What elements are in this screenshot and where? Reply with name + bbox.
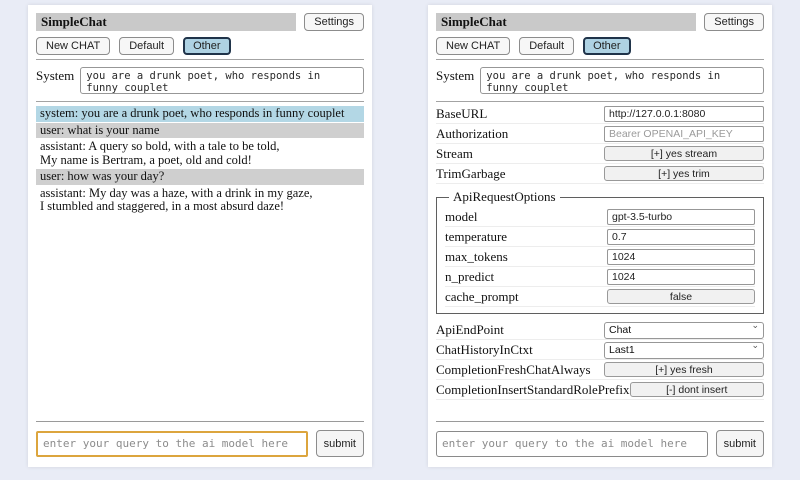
setting-row-trimgarbage: TrimGarbage [+] yes trim <box>436 164 764 184</box>
cache-prompt-toggle-button[interactable]: false <box>607 289 755 304</box>
model-label: model <box>445 209 478 225</box>
system-prompt-row: System <box>436 67 764 94</box>
header: SimpleChat Settings <box>36 13 364 31</box>
n-predict-label: n_predict <box>445 269 494 285</box>
system-prompt-textarea[interactable] <box>80 67 364 94</box>
setting-row-authorization: Authorization <box>436 124 764 144</box>
completionfreshchatalways-toggle-button[interactable]: [+] yes fresh <box>604 362 764 377</box>
baseurl-label: BaseURL <box>436 106 487 122</box>
system-label: System <box>436 67 474 83</box>
api-request-options-legend: ApiRequestOptions <box>449 189 560 205</box>
submit-button[interactable]: submit <box>316 430 364 457</box>
setting-row-stream: Stream [+] yes stream <box>436 144 764 164</box>
system-prompt-textarea[interactable] <box>480 67 764 94</box>
chathistoryinctxt-select[interactable]: Last1 <box>604 342 764 359</box>
new-chat-button[interactable]: New CHAT <box>36 37 110 55</box>
max-tokens-input[interactable] <box>607 249 755 265</box>
setting-row-completioninsertstandardroleprefix: CompletionInsertStandardRolePrefix [-] d… <box>436 380 764 400</box>
stream-toggle-button[interactable]: [+] yes stream <box>604 146 764 161</box>
chat-message-assistant: assistant: A query so bold, with a tale … <box>36 139 364 168</box>
toolbar-divider <box>36 59 364 60</box>
setting-row-temperature: temperature <box>445 227 755 247</box>
session-toolbar: New CHAT Default Other <box>436 37 764 55</box>
chat-message-list: system: you are a drunk poet, who respon… <box>36 106 364 215</box>
setting-row-baseurl: BaseURL <box>436 104 764 124</box>
setting-row-completionfreshchatalways: CompletionFreshChatAlways [+] yes fresh <box>436 360 764 380</box>
session-tab-other[interactable]: Other <box>183 37 231 55</box>
setting-row-n-predict: n_predict <box>445 267 755 287</box>
trimgarbage-label: TrimGarbage <box>436 166 506 182</box>
setting-row-max-tokens: max_tokens <box>445 247 755 267</box>
trimgarbage-toggle-button[interactable]: [+] yes trim <box>604 166 764 181</box>
completioninsertstandardroleprefix-label: CompletionInsertStandardRolePrefix <box>436 382 630 398</box>
apiendpoint-select[interactable]: Chat <box>604 322 764 339</box>
completioninsertstandardroleprefix-toggle-button[interactable]: [-] dont insert <box>630 382 764 397</box>
query-input[interactable] <box>36 431 308 457</box>
temperature-input[interactable] <box>607 229 755 245</box>
query-bar: submit <box>436 421 764 457</box>
system-divider <box>436 101 764 102</box>
setting-row-chathistoryinctxt: ChatHistoryInCtxt Last1 <box>436 340 764 360</box>
session-toolbar: New CHAT Default Other <box>36 37 364 55</box>
chat-panel: SimpleChat Settings New CHAT Default Oth… <box>28 5 372 467</box>
app-title: SimpleChat <box>36 13 296 31</box>
settings-button[interactable]: Settings <box>704 13 764 31</box>
authorization-label: Authorization <box>436 126 508 142</box>
max-tokens-label: max_tokens <box>445 249 508 265</box>
system-label: System <box>36 67 74 83</box>
completionfreshchatalways-label: CompletionFreshChatAlways <box>436 362 591 378</box>
stream-label: Stream <box>436 146 473 162</box>
chat-message-user: user: how was your day? <box>36 169 364 185</box>
n-predict-input[interactable] <box>607 269 755 285</box>
system-divider <box>36 101 364 102</box>
query-bar: submit <box>36 421 364 457</box>
temperature-label: temperature <box>445 229 507 245</box>
app-title: SimpleChat <box>436 13 696 31</box>
settings-list: BaseURL Authorization Stream [+] yes str… <box>436 104 764 400</box>
chathistoryinctxt-select-wrap: Last1 <box>604 340 764 359</box>
settings-panel: SimpleChat Settings New CHAT Default Oth… <box>428 5 772 467</box>
session-tab-default[interactable]: Default <box>119 37 174 55</box>
toolbar-divider <box>436 59 764 60</box>
new-chat-button[interactable]: New CHAT <box>436 37 510 55</box>
query-input[interactable] <box>436 431 708 457</box>
chat-message-system: system: you are a drunk poet, who respon… <box>36 106 364 122</box>
session-tab-other[interactable]: Other <box>583 37 631 55</box>
header: SimpleChat Settings <box>436 13 764 31</box>
chat-message-assistant: assistant: My day was a haze, with a dri… <box>36 186 364 215</box>
setting-row-cache-prompt: cache_prompt false <box>445 287 755 307</box>
settings-button[interactable]: Settings <box>304 13 364 31</box>
submit-button[interactable]: submit <box>716 430 764 457</box>
baseurl-input[interactable] <box>604 106 764 122</box>
setting-row-apiendpoint: ApiEndPoint Chat <box>436 320 764 340</box>
authorization-input[interactable] <box>604 126 764 142</box>
apiendpoint-label: ApiEndPoint <box>436 322 504 338</box>
apiendpoint-select-wrap: Chat <box>604 320 764 339</box>
chathistoryinctxt-label: ChatHistoryInCtxt <box>436 342 533 358</box>
cache-prompt-label: cache_prompt <box>445 289 519 305</box>
session-tab-default[interactable]: Default <box>519 37 574 55</box>
setting-row-model: model <box>445 207 755 227</box>
system-prompt-row: System <box>36 67 364 94</box>
chat-message-user: user: what is your name <box>36 123 364 139</box>
api-request-options-fieldset: ApiRequestOptions model temperature max_… <box>436 189 764 314</box>
model-input[interactable] <box>607 209 755 225</box>
